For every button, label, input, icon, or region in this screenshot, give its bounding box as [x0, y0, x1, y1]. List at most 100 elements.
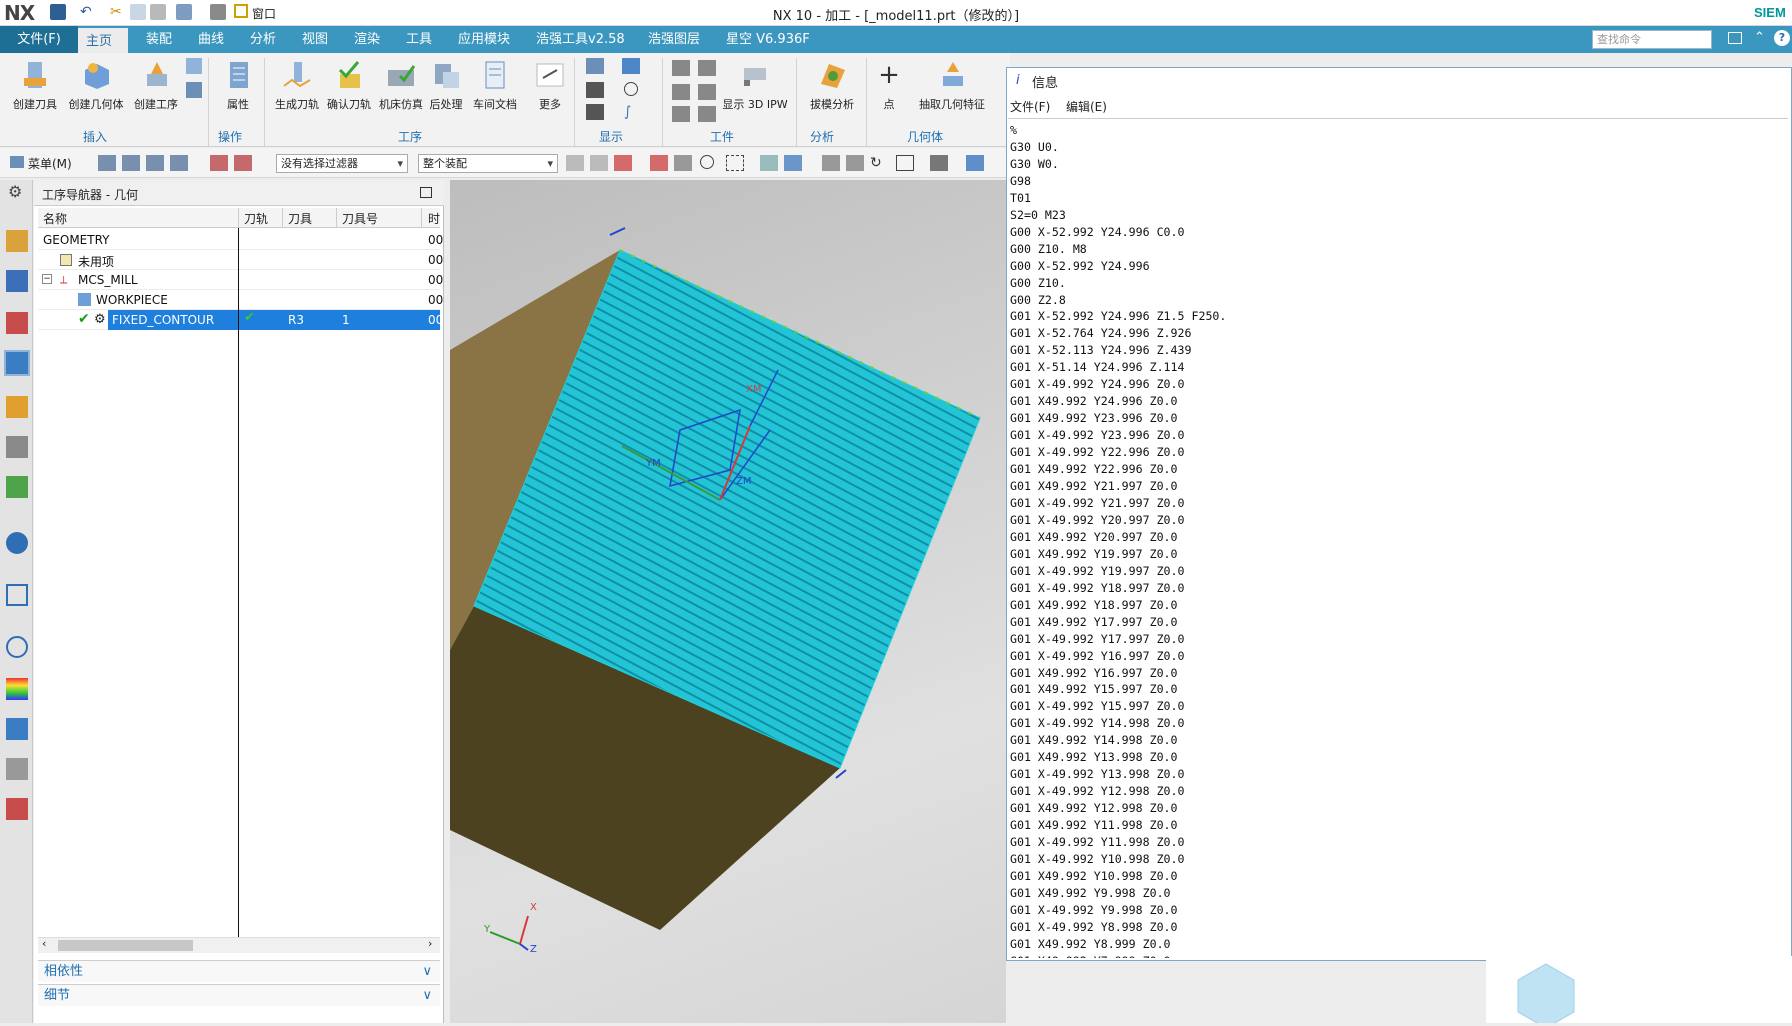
filter-icon-1[interactable] — [210, 155, 228, 171]
display-tool-icon[interactable] — [586, 58, 604, 74]
assembly-navigator-icon[interactable] — [6, 270, 28, 292]
settings-gear-icon[interactable]: ⚙ — [8, 182, 22, 201]
info-menu-file[interactable]: 文件(F) — [1010, 98, 1050, 115]
extract-geometry-button[interactable]: 抽取几何特征 — [910, 58, 994, 112]
machine-tool-navigator-icon[interactable] — [6, 396, 28, 418]
machining-feature-icon[interactable] — [6, 436, 28, 458]
tab-haoqiang-layers[interactable]: 浩强图层 — [640, 26, 708, 53]
column-divider[interactable] — [282, 208, 283, 228]
column-tool-number[interactable]: 刀具号 — [342, 210, 378, 227]
box-select-icon[interactable] — [726, 155, 744, 171]
tab-home[interactable]: 主页 — [78, 26, 128, 53]
workpiece-icon-2[interactable] — [698, 60, 716, 76]
file-menu[interactable]: 文件(F) — [0, 26, 78, 53]
tree-row-mcs-mill[interactable]: − ⟂ MCS_MILL 00 — [38, 270, 443, 290]
assembly-scope-dropdown[interactable]: 整个装配 — [418, 154, 558, 173]
info-menu-edit[interactable]: 编辑(E) — [1066, 98, 1107, 115]
menu-button[interactable]: 菜单(M) — [28, 155, 72, 172]
command-search-input[interactable]: 查找命令 — [1592, 30, 1712, 49]
search-icon[interactable]: ⌕ — [1700, 31, 1707, 46]
workpiece-icon-4[interactable] — [698, 84, 716, 100]
create-tool-button[interactable]: 创建刀具 — [8, 58, 62, 112]
palette-icon[interactable] — [6, 678, 28, 700]
web-browser-icon[interactable] — [6, 584, 28, 606]
dependencies-panel[interactable]: 相依性 ∨ — [38, 960, 440, 982]
snap-point-icon[interactable] — [700, 155, 714, 169]
tab-haoqiang-tools[interactable]: 浩强工具v2.58 — [528, 26, 633, 53]
select-icon-2[interactable] — [122, 155, 140, 171]
more-button[interactable]: 更多 — [530, 58, 570, 112]
hd3d-icon[interactable] — [6, 532, 28, 554]
reuse-library-icon[interactable] — [6, 476, 28, 498]
snap-icon-4[interactable] — [650, 155, 668, 171]
display-region-icon[interactable] — [622, 58, 640, 74]
snap-icon-2[interactable] — [590, 155, 608, 171]
operation-navigator-icon[interactable] — [4, 350, 30, 376]
show-3d-ipw-button[interactable]: 显示 3D IPW — [720, 58, 790, 112]
tab-render[interactable]: 渲染 — [346, 26, 388, 53]
tab-assembly[interactable]: 装配 — [138, 26, 180, 53]
selection-filter-dropdown[interactable]: 没有选择过滤器 — [276, 154, 408, 173]
history-icon[interactable] — [6, 636, 28, 658]
display-circle-icon[interactable] — [624, 82, 638, 96]
system-materials-icon[interactable] — [6, 718, 28, 740]
tree-row-unused[interactable]: 未用项 00 — [38, 250, 443, 270]
column-divider[interactable] — [336, 208, 337, 228]
machine-sim-button[interactable]: 机床仿真 — [374, 58, 428, 112]
workpiece-icon-1[interactable] — [672, 60, 690, 76]
display-curve-icon[interactable]: ∫ — [624, 104, 631, 120]
help-icon[interactable]: ? — [1774, 30, 1790, 46]
column-divider[interactable] — [238, 208, 239, 228]
view-icon-1[interactable] — [760, 155, 778, 171]
roles-icon[interactable] — [6, 798, 28, 820]
tab-analysis[interactable]: 分析 — [242, 26, 284, 53]
select-icon-4[interactable] — [170, 155, 188, 171]
view-icon-2[interactable] — [784, 155, 802, 171]
snap-icon-5[interactable] — [674, 155, 692, 171]
workpiece-icon-6[interactable] — [698, 106, 716, 122]
collapse-ribbon-icon[interactable]: ⌃ — [1754, 30, 1765, 45]
tree-row-geometry[interactable]: GEOMETRY 00 — [38, 230, 443, 250]
select-icon-1[interactable] — [98, 155, 116, 171]
tab-curve[interactable]: 曲线 — [190, 26, 232, 53]
process-studio-icon[interactable] — [6, 758, 28, 780]
column-time[interactable]: 时 — [428, 210, 440, 227]
refresh-icon[interactable]: ↻ — [870, 155, 888, 171]
filter-icon-2[interactable] — [234, 155, 252, 171]
maximize-icon[interactable] — [420, 187, 432, 198]
column-divider[interactable] — [421, 208, 422, 228]
snap-icon-1[interactable] — [566, 155, 584, 171]
view-icon-5[interactable] — [896, 155, 914, 171]
point-button[interactable]: + 点 — [872, 58, 906, 112]
menu-icon[interactable] — [10, 156, 24, 168]
column-path[interactable]: 刀轨 — [244, 210, 268, 227]
window-arrange-icon[interactable] — [1728, 32, 1742, 44]
snap-icon-3[interactable] — [614, 155, 632, 171]
select-icon-3[interactable] — [146, 155, 164, 171]
scroll-left-icon[interactable]: ‹ — [42, 937, 46, 950]
scrollbar-thumb[interactable] — [58, 940, 193, 951]
display-hatch-icon[interactable] — [586, 104, 604, 120]
collapse-icon[interactable]: − — [42, 274, 52, 284]
details-panel[interactable]: 细节 ∨ — [38, 984, 440, 1006]
scroll-right-icon[interactable]: › — [428, 937, 432, 950]
tab-view[interactable]: 视图 — [294, 26, 336, 53]
view-icon-4[interactable] — [846, 155, 864, 171]
view-icon-3[interactable] — [822, 155, 840, 171]
tab-xingkong[interactable]: 星空 V6.936F — [718, 26, 818, 53]
part-navigator-icon[interactable] — [6, 230, 28, 252]
tab-applications[interactable]: 应用模块 — [450, 26, 518, 53]
postprocess-button[interactable]: 后处理 — [424, 58, 468, 112]
info-text-area[interactable]: % G30 U0. G30 W0. G98 T01 S2=0 M23 G00 X-52.99… — [1010, 122, 1780, 958]
draft-analysis-button[interactable]: 拔模分析 — [802, 58, 862, 112]
constraint-navigator-icon[interactable] — [6, 312, 28, 334]
graphics-viewport[interactable]: XM YM ZM Y X Z — [335, 180, 1006, 1023]
generate-path-button[interactable]: 生成刀轨 — [270, 58, 324, 112]
column-tool[interactable]: 刀具 — [288, 210, 312, 227]
shop-doc-button[interactable]: 车间文档 — [468, 58, 522, 112]
create-operation-button[interactable]: 创建工序 — [128, 58, 184, 112]
verify-path-button[interactable]: 确认刀轨 — [322, 58, 376, 112]
tab-tools[interactable]: 工具 — [398, 26, 440, 53]
properties-button[interactable]: 属性 — [216, 58, 260, 112]
view-icon-6[interactable] — [930, 155, 948, 171]
